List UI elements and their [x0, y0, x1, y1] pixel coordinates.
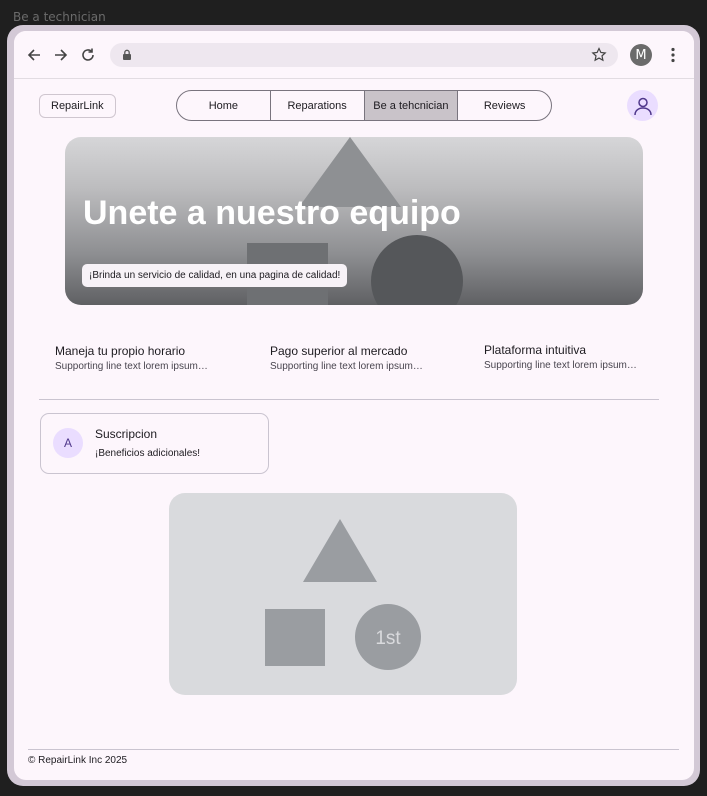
brand-button[interactable]: RepairLink: [39, 94, 116, 118]
card-avatar: A: [53, 428, 83, 458]
main-nav: Home Reparations Be a tehcnician Reviews: [176, 90, 552, 121]
device-frame: M RepairLink Home Reparations Be a tehcn…: [7, 25, 700, 786]
browser-profile-avatar[interactable]: M: [630, 44, 652, 66]
feature-subtitle: Supporting line text lorem ipsum…: [55, 361, 208, 372]
feature-title: Maneja tu propio horario: [55, 344, 186, 358]
address-bar[interactable]: [110, 43, 618, 67]
star-icon[interactable]: [590, 46, 608, 64]
browser-window: M RepairLink Home Reparations Be a tehcn…: [14, 31, 694, 780]
reload-icon[interactable]: [78, 45, 98, 65]
media-placeholder: 1st: [169, 493, 517, 695]
hero-tagline-chip: ¡Brinda un servicio de calidad, en una p…: [82, 264, 348, 287]
tab-reviews[interactable]: Reviews: [458, 91, 551, 120]
forward-arrow-icon[interactable]: [51, 45, 71, 65]
feature-item: Pago superior al mercado Supporting line…: [270, 344, 450, 372]
tab-be-a-technician[interactable]: Be a tehcnician: [364, 91, 459, 120]
subscription-card[interactable]: A Suscripcion ¡Beneficios adicionales!: [40, 413, 269, 474]
frame-title: Be a technician: [13, 10, 106, 24]
lock-icon: [120, 48, 134, 62]
card-subtitle: ¡Beneficios adicionales!: [95, 448, 201, 459]
back-arrow-icon[interactable]: [24, 45, 44, 65]
person-icon: [633, 97, 652, 115]
card-title: Suscripcion: [95, 427, 158, 441]
feature-subtitle: Supporting line text lorem ipsum…: [270, 361, 423, 372]
feature-subtitle: Supporting line text lorem ipsum…: [484, 360, 637, 371]
tab-reparations[interactable]: Reparations: [271, 91, 365, 120]
hero-title: Unete a nuestro equipo: [83, 194, 461, 232]
feature-item: Plataforma intuitiva Supporting line tex…: [484, 343, 664, 371]
footer-copyright: © RepairLink Inc 2025: [28, 755, 128, 766]
browser-toolbar: M: [14, 31, 694, 79]
media-badge-label: 1st: [375, 628, 401, 649]
kebab-menu-icon[interactable]: [670, 47, 676, 63]
tab-home[interactable]: Home: [177, 91, 271, 120]
hero-banner: Unete a nuestro equipo ¡Brinda un servic…: [65, 137, 643, 305]
feature-item: Maneja tu propio horario Supporting line…: [55, 344, 235, 372]
footer-divider: [28, 749, 679, 750]
section-divider: [39, 399, 659, 400]
placeholder-shapes-icon: 1st: [265, 519, 421, 670]
feature-title: Plataforma intuitiva: [484, 343, 587, 357]
user-profile-button[interactable]: [627, 90, 658, 121]
feature-title: Pago superior al mercado: [270, 344, 408, 358]
